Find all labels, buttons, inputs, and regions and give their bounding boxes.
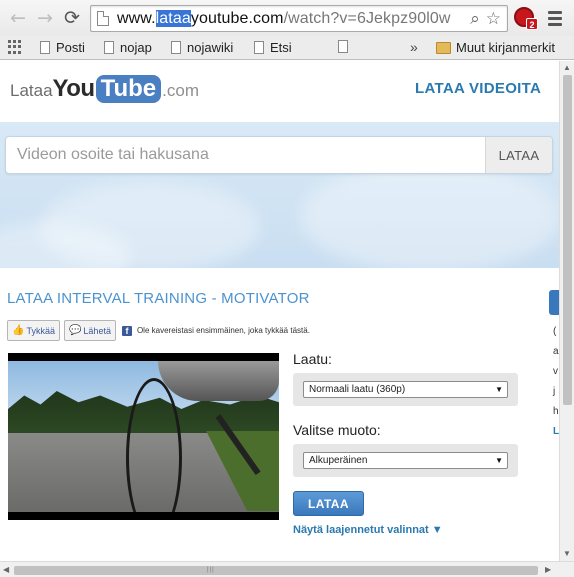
quality-label: Laatu:	[293, 351, 332, 367]
apps-icon[interactable]	[8, 40, 22, 54]
format-value: Alkuperäinen	[309, 455, 368, 466]
quality-value: Normaali laatu (360p)	[309, 384, 406, 395]
bookmark-label: nojawiki	[187, 40, 234, 55]
search-submit-button[interactable]: LATAA	[485, 137, 552, 173]
extension-badge: 2	[526, 18, 538, 30]
back-icon[interactable]: ←	[6, 6, 30, 30]
page-viewport: Lataa You Tube .com LATAA VIDEOITA LATAA…	[0, 61, 559, 561]
menu-icon[interactable]	[548, 11, 562, 29]
banner-decoration	[300, 162, 559, 268]
browser-toolbar: ← → ⟳ www.lataayoutube.com/watch?v=6Jekp…	[0, 0, 574, 36]
like-label: Tykkää	[26, 325, 55, 336]
url-host: youtube.com	[190, 10, 284, 27]
other-bookmarks-folder[interactable]: Muut kirjanmerkit	[436, 40, 555, 55]
sidebar-text: (	[553, 326, 557, 337]
video-bottom-bar	[8, 512, 279, 520]
page-icon	[171, 41, 181, 54]
search-icon[interactable]: ⌕	[470, 9, 480, 29]
scroll-up-icon[interactable]: ▲	[563, 63, 571, 72]
logo-you: You	[52, 75, 96, 102]
format-label: Valitse muoto:	[293, 422, 381, 438]
vertical-scroll-thumb[interactable]	[563, 75, 572, 405]
sidebar-text: j	[553, 386, 556, 397]
dropdown-arrow-icon: ▼	[495, 385, 503, 394]
video-title[interactable]: LATAA INTERVAL TRAINING - MOTIVATOR	[7, 290, 310, 307]
facebook-like-text: Ole kavereistasi ensimmäinen, joka tykkä…	[136, 326, 310, 335]
share-button[interactable]: 💬 Lähetä	[63, 320, 116, 341]
star-icon[interactable]: ☆	[486, 9, 501, 29]
share-label: Lähetä	[83, 325, 111, 336]
omnibox-actions: ⌕ ☆	[470, 9, 501, 29]
bookmark-label: Posti	[56, 40, 85, 55]
search-input[interactable]	[6, 137, 486, 173]
address-url[interactable]: www.lataayoutube.com/watch?v=6Jekpz90l0w	[117, 10, 451, 28]
bookmark-label: nojap	[120, 40, 152, 55]
video-thumbnail[interactable]	[8, 353, 279, 520]
video-bike-frame	[158, 361, 279, 401]
scroll-right-icon[interactable]: ▶	[545, 565, 551, 574]
sidebar-text: a	[553, 346, 559, 357]
url-selected-text: lataa	[155, 10, 191, 27]
bookmark-posti[interactable]: Posti	[40, 40, 85, 55]
bookmark-label: Etsi	[270, 40, 292, 55]
logo-lataa: Lataa	[10, 81, 53, 100]
thumbs-up-icon: 👍	[12, 325, 25, 336]
page-icon	[338, 40, 348, 53]
sidebar-text: h	[553, 406, 559, 417]
horizontal-scroll-thumb[interactable]	[14, 566, 538, 575]
download-options-form: Laatu: Normaali laatu (360p) ▼ Valitse mu…	[293, 351, 518, 536]
page-icon	[40, 41, 50, 54]
bookmarks-bar: Posti nojap nojawiki Etsi » Muut kirjanm…	[0, 36, 574, 60]
right-sidebar-peek: ( a v j h L	[549, 290, 559, 490]
advanced-options-link[interactable]: Näytä laajennetut valinnat ▼	[293, 524, 518, 536]
page-icon	[254, 41, 264, 54]
reload-icon[interactable]: ⟳	[60, 6, 84, 30]
dropdown-arrow-icon: ▼	[495, 456, 503, 465]
logo-com: .com	[162, 81, 199, 100]
facebook-social-bar: 👍 Tykkää 💬 Lähetä f Ole kavereistasi ensim…	[7, 320, 310, 341]
bookmark-nojap[interactable]: nojap	[104, 40, 152, 55]
like-button[interactable]: 👍 Tykkää	[7, 320, 60, 341]
search-form: LATAA	[5, 136, 553, 174]
bookmarks-overflow-button[interactable]: »	[410, 39, 418, 55]
format-select[interactable]: Alkuperäinen ▼	[303, 452, 508, 469]
site-logo[interactable]: Lataa You Tube .com	[10, 75, 199, 103]
quality-select[interactable]: Normaali laatu (360p) ▼	[303, 381, 508, 398]
format-select-wrap: Alkuperäinen ▼	[293, 444, 518, 477]
search-banner: LATAA	[0, 122, 559, 268]
download-videos-link[interactable]: LATAA VIDEOITA	[415, 80, 541, 97]
scroll-left-icon[interactable]: ◀	[3, 565, 9, 574]
sidebar-tab[interactable]	[549, 290, 559, 315]
page-icon	[104, 41, 114, 54]
bookmark-nojawiki[interactable]: nojawiki	[171, 40, 233, 55]
sidebar-text: v	[553, 366, 558, 377]
scroll-down-icon[interactable]: ▼	[563, 549, 571, 558]
url-path: /watch?v=6Jekpz90l0w	[283, 10, 451, 27]
speech-bubble-icon: 💬	[68, 325, 82, 336]
url-prefix: www.	[117, 10, 156, 27]
logo-tube: Tube	[95, 75, 162, 103]
folder-icon	[436, 41, 451, 54]
bookmark-untitled[interactable]	[338, 40, 348, 53]
page-icon	[97, 11, 109, 26]
quality-select-wrap: Normaali laatu (360p) ▼	[293, 373, 518, 406]
vertical-scrollbar[interactable]: ▲ ▼	[559, 61, 574, 561]
download-button[interactable]: LATAA	[293, 491, 364, 516]
site-header: Lataa You Tube .com LATAA VIDEOITA	[0, 61, 559, 121]
address-bar[interactable]: www.lataayoutube.com/watch?v=6Jekpz90l0w…	[90, 5, 508, 32]
bookmark-etsi[interactable]: Etsi	[254, 40, 292, 55]
scroll-grip-icon: |||	[207, 567, 215, 573]
forward-icon[interactable]: →	[33, 6, 57, 30]
facebook-icon: f	[121, 325, 132, 336]
folder-label: Muut kirjanmerkit	[456, 40, 555, 55]
horizontal-scrollbar[interactable]: ◀ ||| ▶	[0, 561, 574, 577]
